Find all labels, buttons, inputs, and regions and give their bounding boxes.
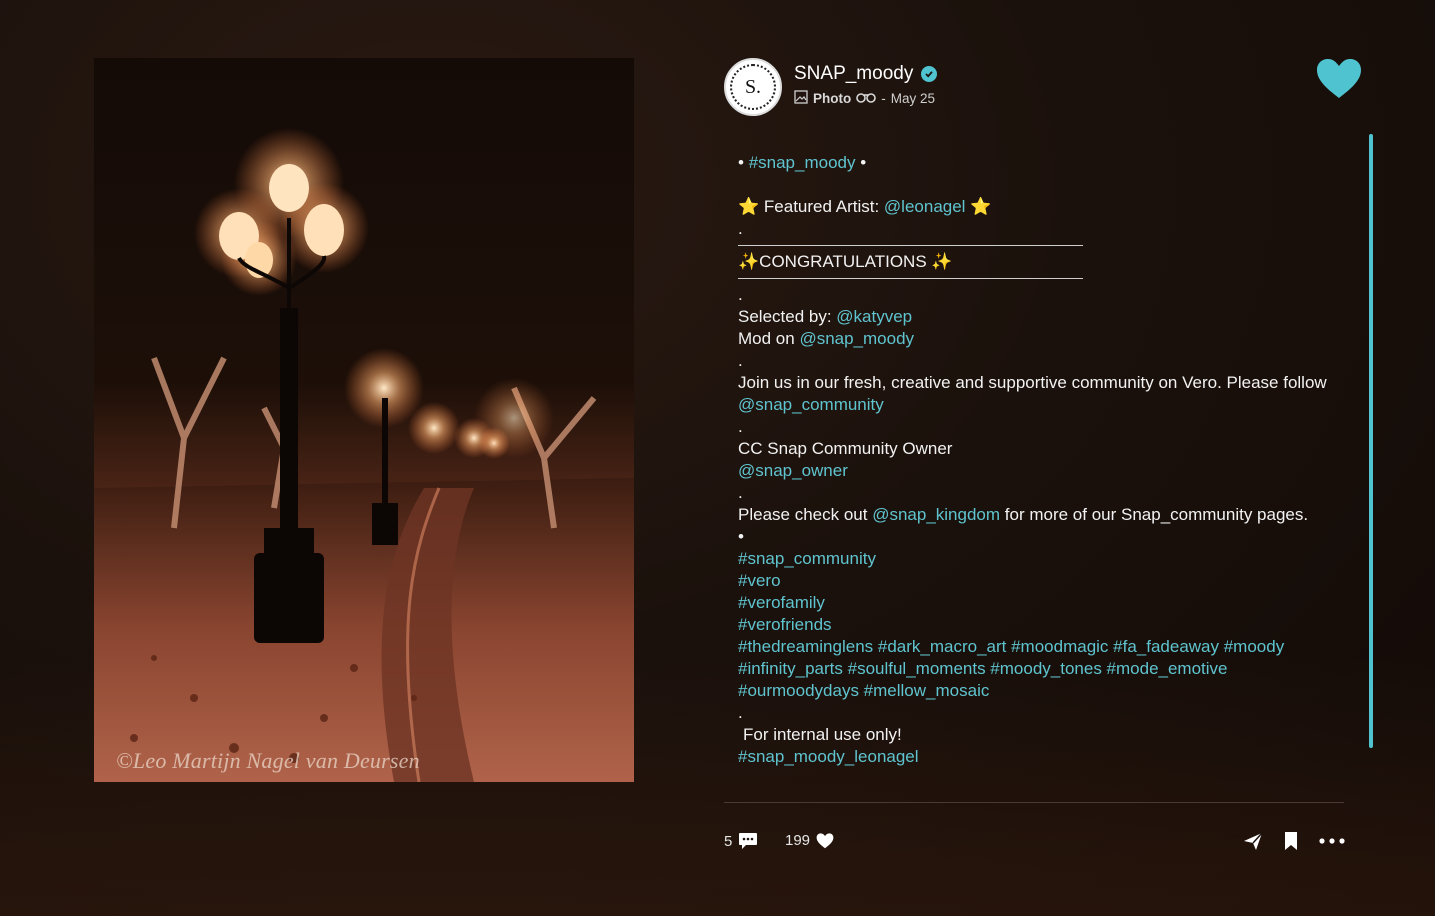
dot-line: . — [738, 417, 743, 436]
heart-icon — [1317, 59, 1361, 98]
author-avatar[interactable]: S. — [724, 58, 782, 116]
post-date: May 25 — [890, 91, 936, 106]
meta-separator: - — [881, 91, 886, 106]
hashtag-line[interactable]: #verofamily — [738, 592, 1328, 614]
divider-line — [738, 278, 1083, 279]
bullet: • — [738, 153, 744, 172]
photo-watermark: ©Leo Martijn Nagel van Deursen — [116, 748, 420, 773]
like-heart-button[interactable] — [1316, 58, 1362, 100]
caption-scrollbar[interactable] — [1369, 134, 1373, 748]
selected-handle-link[interactable]: @katyvep — [836, 307, 912, 326]
dot-line: . — [738, 219, 743, 238]
comments-count: 5 — [724, 832, 733, 850]
hashtag-link[interactable]: #snap_moody — [749, 153, 856, 172]
post-photo[interactable]: ©Leo Martijn Nagel van Deursen — [94, 58, 634, 782]
featured-line: ⭐ Featured Artist: @leonagel ⭐ — [738, 196, 1328, 218]
check-post-text: for more of our Snap_community pages. — [1004, 505, 1309, 524]
owner-handle-link[interactable]: @snap_owner — [738, 460, 1328, 482]
dot-line: . — [738, 703, 743, 722]
dot-line: . — [738, 351, 743, 370]
bookmark-button[interactable] — [1282, 830, 1304, 852]
bookmark-icon — [1285, 832, 1297, 850]
mod-line: Mod on @snap_moody — [738, 328, 1328, 350]
heart-icon — [816, 832, 834, 848]
hashtag-line[interactable]: #verofriends — [738, 614, 1328, 636]
hashtag-line[interactable]: #ourmoodydays #mellow_mosaic — [738, 680, 1328, 702]
star-icon: ⭐ — [970, 197, 992, 216]
join-handle-link[interactable]: @snap_community — [738, 395, 884, 414]
send-icon — [1244, 832, 1263, 850]
featured-handle-link[interactable]: @leonagel — [884, 197, 966, 216]
post-type-label: Photo — [813, 91, 852, 106]
hashtag-line[interactable]: #infinity_parts #soulful_moments #moody_… — [738, 658, 1328, 680]
featured-label: Featured Artist: — [763, 197, 880, 216]
verified-badge-icon — [921, 66, 938, 82]
more-options-button[interactable] — [1318, 830, 1346, 852]
caption-head-line: • #snap_moody • — [738, 152, 1328, 174]
share-button[interactable] — [1242, 830, 1264, 852]
author-name-row[interactable]: SNAP_moody — [794, 63, 938, 85]
hashtag-line[interactable]: #vero — [738, 570, 1328, 592]
dot-line: . — [738, 483, 743, 502]
selected-line: Selected by: @katyvep — [738, 306, 1328, 328]
bullet-line: • — [738, 527, 744, 546]
check-paragraph: Please check out @snap_kingdom for more … — [738, 504, 1328, 526]
hashtag-line[interactable]: #thedreaminglens #dark_macro_art #moodma… — [738, 636, 1328, 658]
comments-count-button[interactable]: 5 — [724, 832, 758, 850]
bullet: • — [860, 153, 867, 172]
binoculars-icon — [856, 91, 877, 106]
owner-label: CC Snap Community Owner — [738, 439, 953, 458]
author-username[interactable]: SNAP_moody — [794, 63, 913, 85]
dot-line: . — [738, 285, 743, 304]
more-icon — [1319, 838, 1345, 844]
internal-note: For internal use only! — [743, 725, 902, 744]
caption-panel[interactable]: • #snap_moody • ⭐ Featured Artist: @leon… — [724, 134, 1344, 803]
join-paragraph: Join us in our fresh, creative and suppo… — [738, 372, 1328, 416]
post-meta: Photo - May 25 — [794, 90, 935, 107]
join-text: Join us in our fresh, creative and suppo… — [738, 373, 1327, 392]
selected-label: Selected by: — [738, 307, 832, 326]
photo-type-icon — [794, 90, 808, 107]
check-handle-link[interactable]: @snap_kingdom — [872, 505, 1000, 524]
avatar-logo: S. — [730, 64, 776, 110]
likes-count-button[interactable]: 199 — [785, 832, 834, 849]
post-caption: • #snap_moody • ⭐ Featured Artist: @leon… — [738, 152, 1328, 768]
hashtag-line[interactable]: #snap_community — [738, 548, 1328, 570]
star-icon: ⭐ — [738, 197, 760, 216]
hashtag-line[interactable]: #snap_moody_leonagel — [738, 746, 1328, 768]
comment-icon — [739, 833, 758, 849]
divider-line — [738, 245, 1083, 246]
mod-label: Mod on — [738, 329, 795, 348]
check-pre-text: Please check out — [738, 505, 868, 524]
mod-handle-link[interactable]: @snap_moody — [799, 329, 914, 348]
congrats-line: ✨CONGRATULATIONS ✨ — [738, 252, 953, 271]
likes-count: 199 — [785, 832, 811, 849]
street-lamp-scene — [94, 128, 634, 782]
